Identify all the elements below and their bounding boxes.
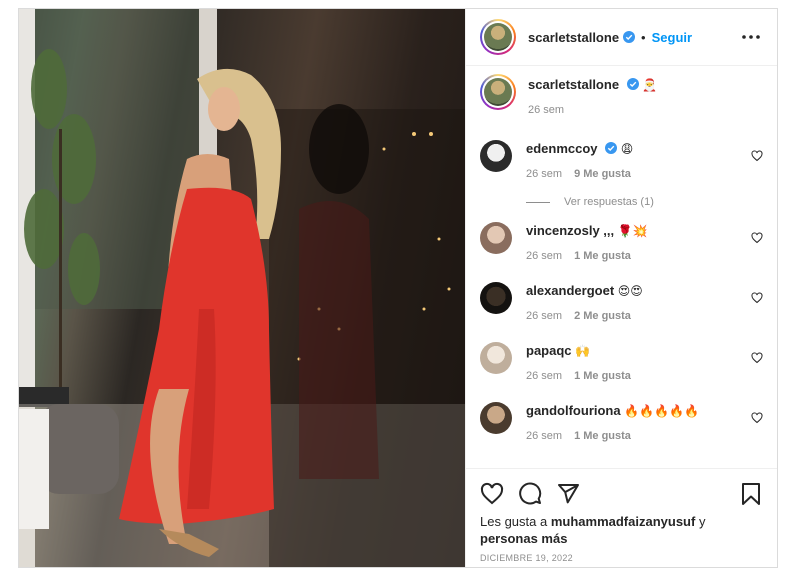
heart-icon[interactable]: [751, 232, 763, 244]
comment-avatar[interactable]: [480, 140, 512, 172]
comment-likes[interactable]: 2 Me gusta: [574, 310, 631, 322]
post-photo-illustration: [19, 9, 465, 567]
view-replies-label: Ver respuestas (1): [564, 196, 654, 208]
caption-text: 🎅: [642, 78, 658, 92]
author-avatar-image: [484, 23, 512, 51]
comment-time[interactable]: 26 sem: [526, 430, 562, 442]
heart-icon[interactable]: [751, 292, 763, 304]
comment-avatar[interactable]: [480, 342, 512, 374]
caption-username[interactable]: scarletstallone: [528, 77, 619, 92]
comment-item: papaqc 🙌 26 sem 1 Me gusta: [480, 342, 763, 382]
comment-avatar[interactable]: [480, 222, 512, 254]
author-username[interactable]: scarletstallone: [528, 30, 619, 45]
liked-by-others[interactable]: personas más: [480, 531, 567, 546]
more-options-button[interactable]: [739, 25, 763, 49]
heart-icon[interactable]: [751, 412, 763, 424]
comment-item: gandolfouriona 🔥🔥🔥🔥🔥 26 sem 1 Me gusta: [480, 402, 763, 442]
comment-icon[interactable]: [518, 482, 542, 506]
comment-time[interactable]: 26 sem: [526, 168, 562, 180]
instagram-post-card: scarletstallone • Seguir scarletstallone…: [18, 8, 778, 568]
verified-badge-icon: [605, 142, 618, 154]
verified-badge-icon: [623, 31, 636, 43]
comment-time[interactable]: 26 sem: [526, 370, 562, 382]
comment-username[interactable]: vincenzosly ,,,: [526, 223, 614, 238]
replies-divider: [526, 201, 550, 203]
separator-dot: •: [641, 29, 646, 45]
comment-time[interactable]: 26 sem: [526, 310, 562, 322]
caption-time[interactable]: 26 sem: [528, 104, 564, 116]
comment-likes[interactable]: 1 Me gusta: [574, 250, 631, 262]
comment-text: 🙌: [575, 344, 591, 358]
post-caption: scarletstallone 🎅 26 sem: [480, 74, 763, 116]
view-replies-button[interactable]: Ver respuestas (1): [526, 196, 763, 208]
comment-username[interactable]: papaqc: [526, 343, 572, 358]
action-bar: [480, 479, 763, 509]
caption-avatar[interactable]: [480, 74, 516, 110]
comment-time[interactable]: 26 sem: [526, 250, 562, 262]
liked-by-user[interactable]: muhammadfaizanyusuf: [551, 514, 695, 529]
heart-icon[interactable]: [751, 150, 763, 162]
post-side-panel: scarletstallone • Seguir scarletstallone…: [465, 9, 777, 567]
post-actions: Les gusta a muhammadfaizanyusuf y person…: [466, 468, 777, 567]
heart-icon[interactable]: [480, 482, 504, 506]
comment-text: 🔥🔥🔥🔥🔥: [624, 404, 699, 418]
more-horizontal-icon: [742, 35, 760, 39]
comment-item: edenmccoy 😩 26 sem 9 Me gusta: [480, 140, 763, 180]
liked-by-text: Les gusta a muhammadfaizanyusuf y person…: [480, 514, 706, 546]
bookmark-icon[interactable]: [739, 482, 763, 506]
comment-likes[interactable]: 1 Me gusta: [574, 370, 631, 382]
comment-username[interactable]: gandolfouriona: [526, 403, 621, 418]
comment-likes[interactable]: 9 Me gusta: [574, 168, 631, 180]
comment-username[interactable]: edenmccoy: [526, 141, 598, 156]
comment-username[interactable]: alexandergoet: [526, 283, 614, 298]
comment-avatar[interactable]: [480, 402, 512, 434]
share-icon[interactable]: [556, 482, 580, 506]
post-date[interactable]: DICIEMBRE 19, 2022: [480, 553, 763, 563]
comment-avatar[interactable]: [480, 282, 512, 314]
comment-text: 🌹💥: [617, 224, 648, 238]
comment-likes[interactable]: 1 Me gusta: [574, 430, 631, 442]
verified-badge-icon: [626, 78, 639, 90]
post-photo[interactable]: [19, 9, 465, 567]
follow-button[interactable]: Seguir: [652, 30, 692, 45]
comment-item: vincenzosly ,,, 🌹💥 26 sem 1 Me gusta: [480, 222, 763, 262]
comment-text: 😍😍: [617, 284, 643, 298]
heart-icon[interactable]: [751, 352, 763, 364]
author-avatar[interactable]: [480, 19, 516, 55]
comment-text: 😩: [620, 142, 634, 156]
post-header: scarletstallone • Seguir: [466, 9, 777, 66]
comments-list: scarletstallone 🎅 26 sem edenmccoy 😩 26 …: [466, 66, 777, 468]
comment-item: alexandergoet 😍😍 26 sem 2 Me gusta: [480, 282, 763, 322]
